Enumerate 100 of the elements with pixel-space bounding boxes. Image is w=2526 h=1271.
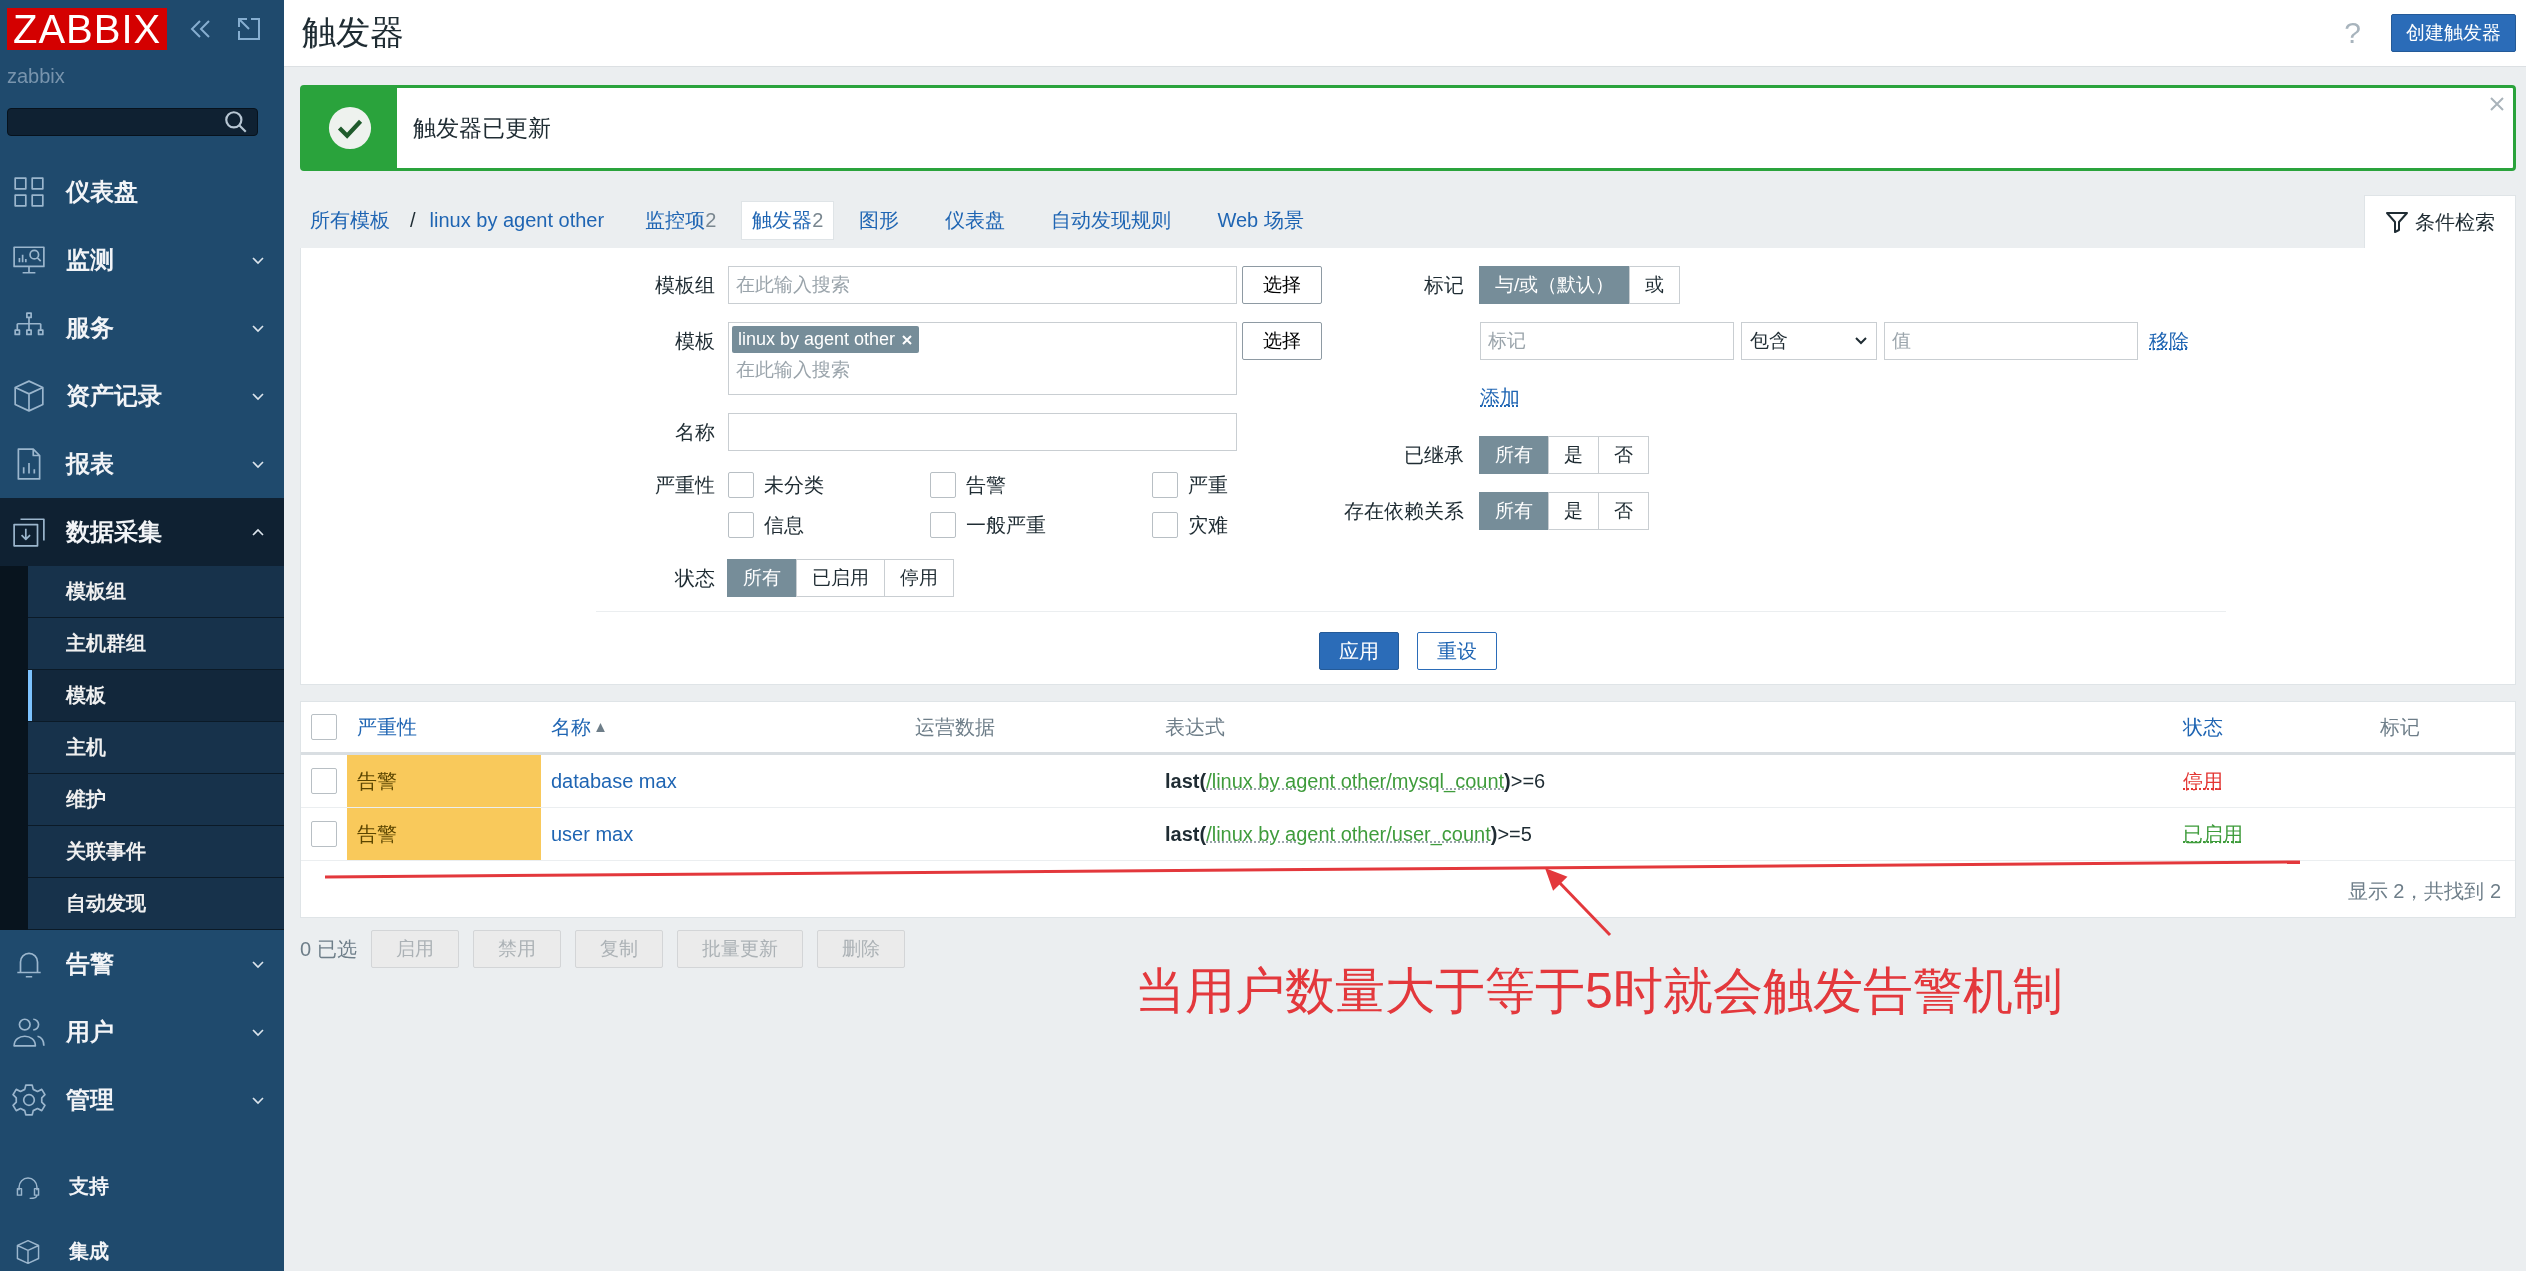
- nav-item[interactable]: 服务: [0, 294, 284, 362]
- results-count: 显示 2，共找到 2: [2347, 879, 2501, 904]
- operator-dropdown[interactable]: 包含: [1741, 322, 1877, 360]
- nav-item[interactable]: 报表: [0, 430, 284, 498]
- template-multiselect[interactable]: linux by agent other 在此输入搜索: [728, 322, 1237, 395]
- page-title: 触发器: [302, 12, 404, 53]
- checkbox-label: 告警: [966, 472, 1006, 498]
- select-all-checkbox[interactable]: [311, 714, 337, 740]
- tab[interactable]: 图形: [848, 200, 911, 240]
- submenu-item[interactable]: 主机: [28, 722, 284, 774]
- checkbox[interactable]: [728, 512, 754, 538]
- box-icon: [12, 379, 46, 413]
- arrow: [1545, 868, 1612, 937]
- checkbox-label: 未分类: [764, 472, 824, 498]
- checkbox-label: 灾难: [1188, 512, 1228, 538]
- tab[interactable]: 触发器2: [741, 200, 835, 240]
- nav-item[interactable]: 用户: [0, 998, 284, 1066]
- download-icon: [12, 515, 46, 549]
- select-button[interactable]: 选择: [1242, 266, 1322, 304]
- nav-item[interactable]: 资产记录: [0, 362, 284, 430]
- logo[interactable]: ZABBIX: [7, 8, 168, 50]
- search-icon[interactable]: [223, 109, 249, 135]
- trigger-name-link[interactable]: user max: [551, 822, 634, 846]
- grid-icon: [12, 175, 46, 209]
- field-label: 模板组: [654, 273, 715, 298]
- remove-link[interactable]: 移除: [2149, 327, 2189, 355]
- checkbox-label: 一般严重: [966, 512, 1046, 538]
- nav-item[interactable]: 仪表盘: [0, 158, 284, 226]
- submenu-item[interactable]: 关联事件: [28, 826, 284, 878]
- expression-text: last(/linux by agent other/user_count)>=5: [1165, 822, 1532, 846]
- tab[interactable]: 仪表盘: [934, 200, 1017, 240]
- tab[interactable]: 自动发现规则: [1040, 200, 1183, 240]
- segment-option[interactable]: 是: [1548, 436, 1599, 474]
- segment-option[interactable]: 停用: [884, 559, 954, 597]
- status-link[interactable]: 已启用: [2183, 820, 2243, 848]
- row-checkbox[interactable]: [311, 821, 337, 847]
- nav-item[interactable]: 支持: [0, 1154, 284, 1219]
- add-link[interactable]: 添加: [1480, 386, 1520, 408]
- severity-cell: 告警: [347, 755, 541, 807]
- field-label: 模板: [674, 329, 715, 354]
- segment-option[interactable]: 是: [1548, 492, 1599, 530]
- search-field[interactable]: [7, 108, 258, 136]
- monitor-icon: [12, 243, 46, 277]
- tab[interactable]: 监控项2: [634, 200, 728, 240]
- tag-input[interactable]: 标记: [1480, 322, 1734, 360]
- trigger-name-link[interactable]: database max: [551, 769, 677, 793]
- column-sort-link[interactable]: 名称: [551, 713, 591, 741]
- submenu-item[interactable]: 模板: [28, 670, 284, 722]
- column-header: 运营数据: [915, 714, 995, 740]
- message-text: 触发器已更新: [413, 113, 551, 143]
- checkbox-label: 严重: [1188, 472, 1228, 498]
- submenu-item[interactable]: 维护: [28, 774, 284, 826]
- apply-button[interactable]: 应用: [1319, 632, 1399, 670]
- submenu-item[interactable]: 模板组: [28, 566, 284, 618]
- nav-item[interactable]: 监测: [0, 226, 284, 294]
- status-link[interactable]: 停用: [2183, 767, 2223, 795]
- users-icon: [12, 1015, 46, 1049]
- select-button[interactable]: 选择: [1242, 322, 1322, 360]
- nav-item[interactable]: 管理: [0, 1066, 284, 1134]
- segment-option[interactable]: 或: [1629, 266, 1681, 304]
- filter-tab[interactable]: 条件检索: [2364, 195, 2516, 248]
- selected-count: 0 已选: [300, 936, 357, 962]
- checkbox[interactable]: [728, 472, 754, 498]
- template-chip[interactable]: linux by agent other: [732, 326, 920, 353]
- checkbox[interactable]: [1152, 512, 1178, 538]
- create-trigger-button[interactable]: 创建触发器: [2391, 14, 2516, 52]
- segment-option[interactable]: 所有: [1479, 436, 1549, 474]
- column-header: 表达式: [1165, 714, 1225, 740]
- checkbox-label: 信息: [764, 512, 804, 538]
- submenu-item[interactable]: 自动发现: [28, 878, 284, 930]
- name-input[interactable]: [728, 413, 1237, 451]
- column-sort-link[interactable]: 严重性: [357, 713, 417, 741]
- segment-option[interactable]: 所有: [727, 559, 797, 597]
- segment-option[interactable]: 与/或（默认）: [1479, 266, 1631, 304]
- breadcrumb-link[interactable]: 所有模板: [310, 206, 390, 234]
- nav-item[interactable]: 数据采集: [0, 498, 284, 566]
- value-input[interactable]: 值: [1884, 322, 2138, 360]
- checkbox[interactable]: [930, 512, 956, 538]
- cube-icon: [15, 1238, 41, 1265]
- column-sort-link[interactable]: 状态: [2183, 713, 2223, 741]
- segment-option[interactable]: 否: [1598, 492, 1649, 530]
- segment-option[interactable]: 所有: [1479, 492, 1549, 530]
- funnel-icon: [2385, 210, 2409, 234]
- submenu-item[interactable]: 主机群组: [28, 618, 284, 670]
- checkbox[interactable]: [1152, 472, 1178, 498]
- reset-button[interactable]: 重设: [1417, 632, 1497, 670]
- nav-item[interactable]: 集成: [0, 1219, 284, 1271]
- search-input[interactable]: 在此输入搜索: [728, 266, 1237, 304]
- tab[interactable]: Web 场景: [1206, 200, 1315, 240]
- nav-item[interactable]: 告警: [0, 930, 284, 998]
- segment-option[interactable]: 已启用: [796, 559, 885, 597]
- field-label: 名称: [674, 420, 715, 445]
- expression-text: last(/linux by agent other/mysql_count)>=6: [1165, 769, 1546, 793]
- segment-option[interactable]: 否: [1598, 436, 1649, 474]
- field-label: 标记: [1423, 273, 1464, 298]
- remove-icon[interactable]: [901, 333, 914, 346]
- close-icon[interactable]: [2489, 96, 2505, 112]
- breadcrumb-link[interactable]: linux by agent other: [429, 208, 605, 232]
- checkbox[interactable]: [930, 472, 956, 498]
- row-checkbox[interactable]: [311, 768, 337, 794]
